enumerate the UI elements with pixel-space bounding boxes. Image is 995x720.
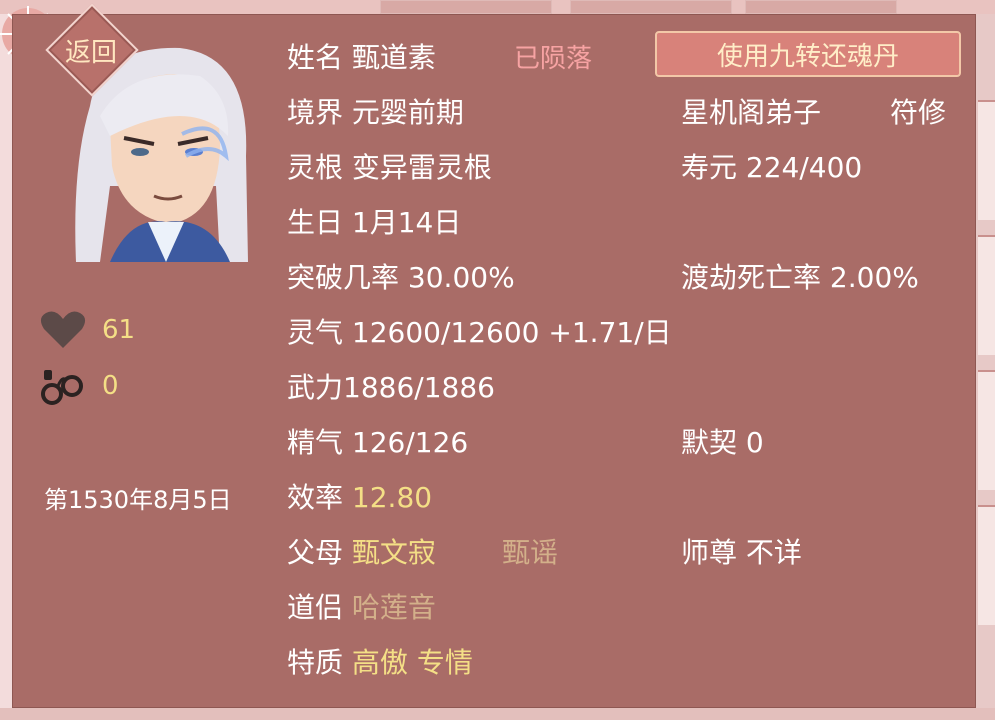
father-link[interactable]: 甄文寂 [352, 536, 436, 569]
back-button[interactable]: 返回 [45, 3, 139, 97]
master-value: 不详 [745, 536, 802, 569]
birthday-row: 生日 1月14日 [287, 201, 461, 241]
love-value: 61 [102, 315, 136, 345]
traits-label: 特质 [287, 646, 344, 679]
spirit-root-row: 灵根 变异雷灵根 [287, 146, 492, 186]
deceased-status: 已陨落 [514, 44, 593, 74]
background-card [978, 235, 995, 355]
handcuffs-icon [41, 370, 83, 405]
name-label: 姓名 [287, 41, 344, 74]
trait-tag[interactable]: 专情 [417, 646, 473, 679]
tacit-row: 默契 0 [681, 421, 764, 461]
tacit-value: 0 [745, 426, 764, 459]
lifespan-label: 寿元 [681, 151, 738, 184]
background-tab [570, 0, 732, 14]
birthday-value: 1月14日 [351, 206, 462, 239]
lifespan-value: 224/400 [745, 151, 863, 184]
partner-row: 道侣 哈莲音 [287, 586, 436, 626]
essence-row: 精气 126/126 [287, 421, 468, 461]
efficiency-label: 效率 [287, 481, 344, 514]
trait-tag[interactable]: 高傲 [352, 646, 408, 679]
realm-label: 境界 [287, 96, 344, 129]
realm-value: 元婴前期 [351, 96, 464, 129]
essence-value: 126/126 [351, 426, 469, 459]
root-label: 灵根 [287, 151, 344, 184]
qi-row: 灵气 12600/12600 +1.71/日 [287, 311, 672, 351]
tribulation-label: 渡劫死亡率 [681, 261, 822, 294]
character-name: 甄道素 [351, 41, 436, 74]
love-stat: 61 [40, 310, 135, 350]
back-button-label: 返回 [64, 38, 117, 68]
lifespan-row: 寿元 224/400 [681, 146, 862, 186]
birthday-label: 生日 [287, 206, 344, 239]
tacit-label: 默契 [681, 426, 738, 459]
essence-label: 精气 [287, 426, 344, 459]
parents-row: 父母 甄文寂 [287, 531, 436, 571]
background-card [978, 100, 995, 220]
shackle-value: 0 [102, 371, 119, 401]
heart-icon [40, 311, 86, 348]
root-value: 变异雷灵根 [351, 151, 492, 184]
traits-row: 特质 高傲 专情 [287, 641, 473, 681]
tribulation-row: 渡劫死亡率 2.00% [681, 256, 919, 296]
sect-value: 星机阁弟子 [681, 96, 822, 129]
breakthrough-value: 30.00% [407, 261, 515, 294]
profession-value: 符修 [890, 96, 947, 129]
background-bottom-bar [0, 708, 995, 720]
force-row: 武力1886/1886 [287, 366, 495, 406]
background-card [978, 505, 995, 625]
background-tab [745, 0, 897, 14]
qi-value: 12600/12600 +1.71/日 [351, 316, 672, 349]
shackle-stat: 0 [40, 366, 119, 406]
efficiency-row: 效率 12.80 [287, 476, 432, 516]
realm-row: 境界 元婴前期 [287, 91, 464, 131]
partner-label: 道侣 [287, 591, 344, 624]
qi-label: 灵气 [287, 316, 344, 349]
breakthrough-label: 突破几率 [287, 261, 400, 294]
efficiency-value: 12.80 [351, 481, 433, 514]
breakthrough-row: 突破几率 30.00% [287, 256, 515, 296]
game-date: 第1530年8月5日 [44, 486, 232, 514]
force-label: 武力 [287, 371, 344, 404]
force-value: 1886/1886 [343, 371, 495, 404]
parents-label: 父母 [287, 536, 344, 569]
master-label: 师尊 [681, 536, 738, 569]
master-row: 师尊 不详 [681, 531, 802, 571]
tribulation-value: 2.00% [829, 261, 919, 294]
mother-link[interactable]: 甄谣 [502, 531, 558, 571]
partner-link[interactable]: 哈莲音 [352, 591, 436, 624]
background-card [978, 370, 995, 490]
background-tab [380, 0, 552, 14]
revive-pill-button[interactable]: 使用九转还魂丹 [655, 31, 961, 77]
name-row: 姓名 甄道素 [287, 36, 436, 76]
